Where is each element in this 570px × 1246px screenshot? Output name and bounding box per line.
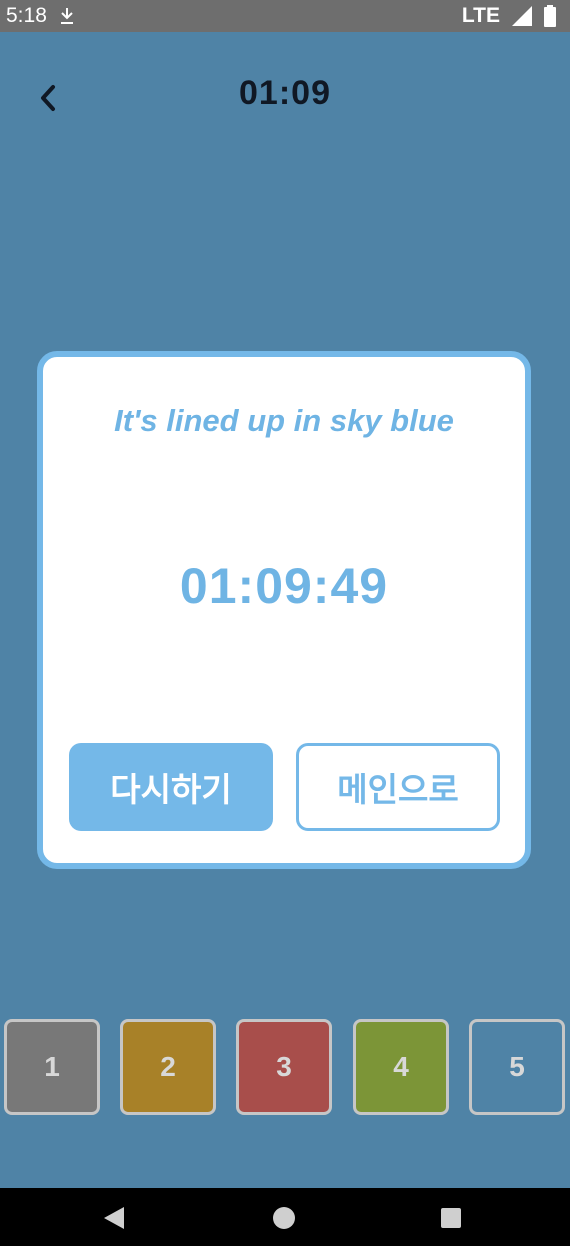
status-bar: 5:18 LTE <box>0 0 570 32</box>
result-time: 01:09:49 <box>179 558 389 614</box>
navigation-bar <box>0 1188 570 1246</box>
status-time: 5:18 <box>6 4 47 27</box>
result-message: It's lined up in sky blue <box>114 403 454 438</box>
timer-title: 01:09 <box>239 74 331 112</box>
tile-2[interactable]: 2 <box>120 1019 216 1115</box>
nav-recents-button[interactable] <box>435 1202 467 1234</box>
tile-3[interactable]: 3 <box>236 1019 332 1115</box>
result-dialog: It's lined up in sky blue 01:09:49 다시하기 … <box>37 351 531 869</box>
battery-icon <box>544 5 556 27</box>
network-type: LTE <box>461 4 500 27</box>
tile-5[interactable]: 5 <box>469 1019 565 1115</box>
signal-icon <box>512 6 532 26</box>
square-recents-icon <box>441 1208 461 1228</box>
retry-button[interactable]: 다시하기 <box>69 743 273 831</box>
tile-1[interactable]: 1 <box>4 1019 100 1115</box>
nav-home-button[interactable] <box>268 1202 300 1234</box>
color-tiles: 1 2 3 4 5 <box>0 1019 570 1117</box>
nav-back-button[interactable] <box>98 1202 130 1234</box>
tile-4[interactable]: 4 <box>353 1019 449 1115</box>
download-icon <box>60 8 73 24</box>
circle-home-icon <box>273 1207 295 1229</box>
main-menu-button[interactable]: 메인으로 <box>296 743 500 831</box>
top-bar: 01:09 <box>0 60 570 136</box>
triangle-back-icon <box>104 1207 124 1229</box>
